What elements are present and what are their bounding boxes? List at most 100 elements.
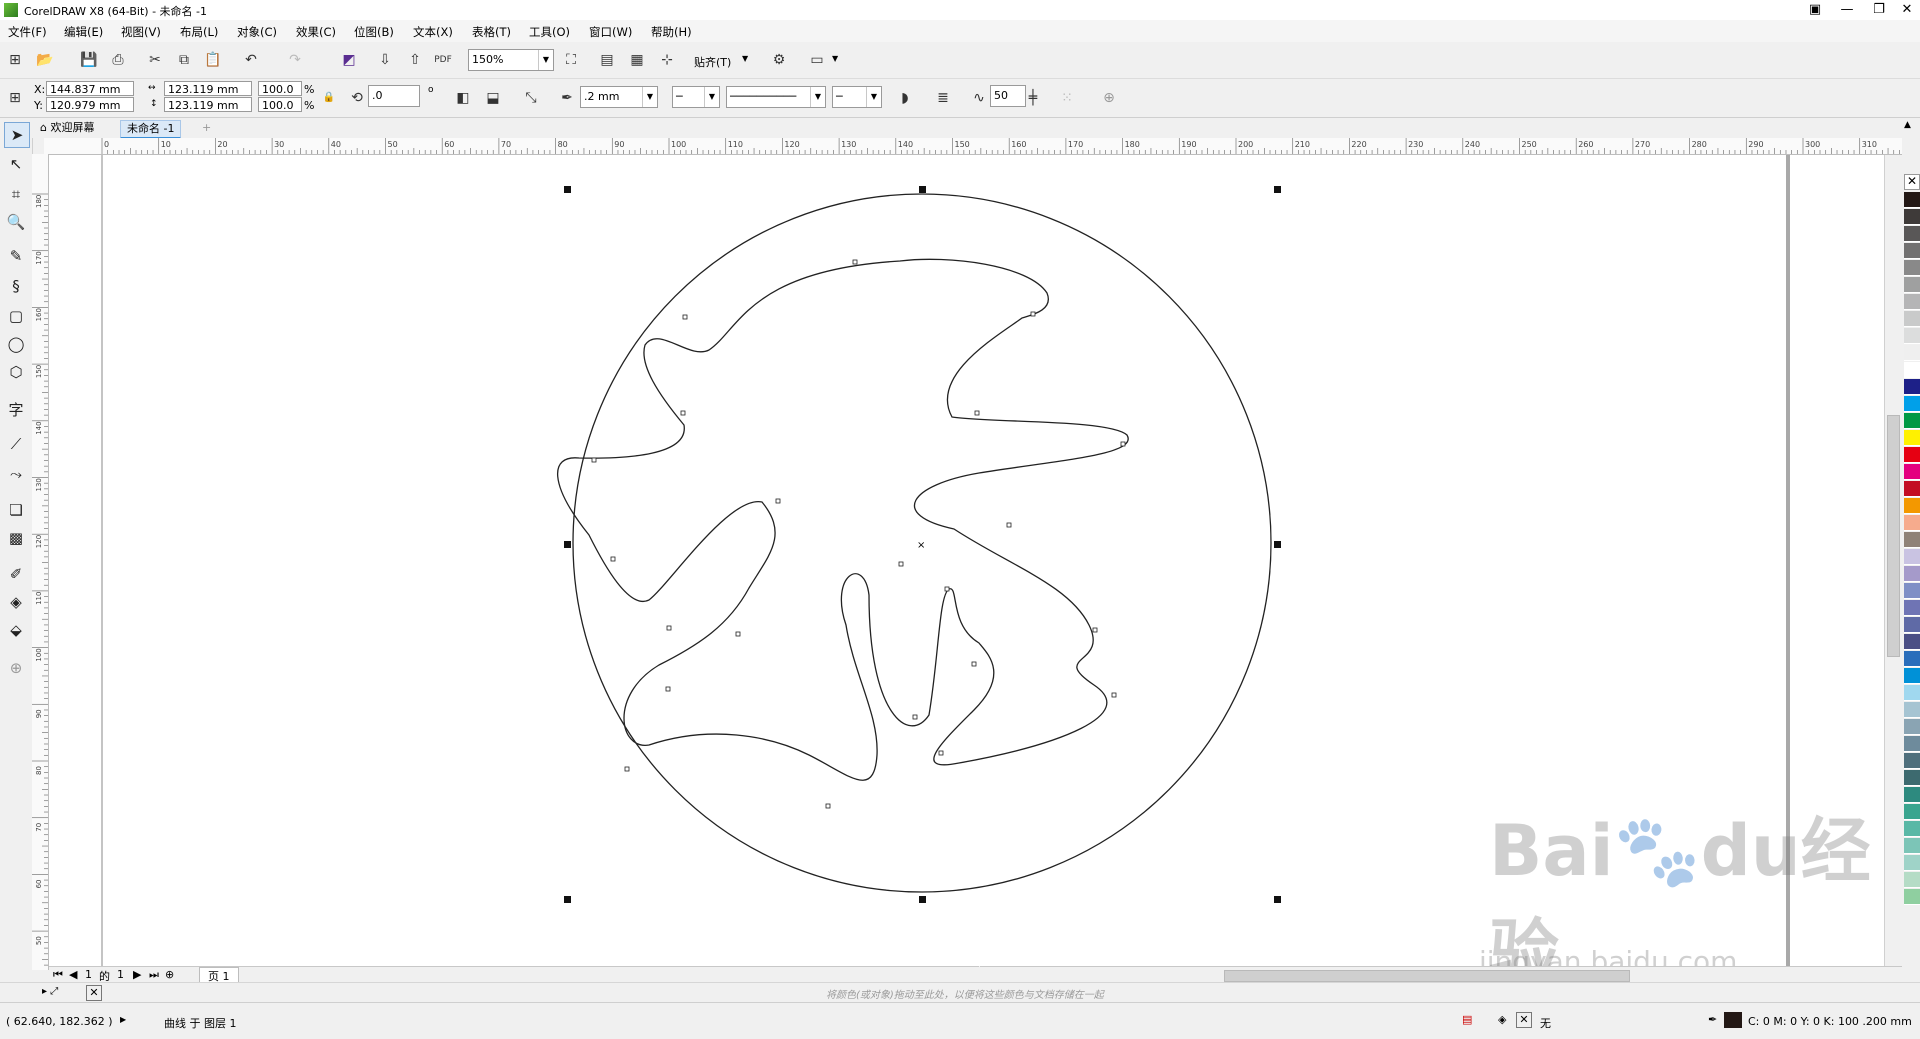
freehand-tool-icon[interactable]: ✎ (4, 244, 28, 268)
chevron-down-icon[interactable]: ▼ (832, 54, 838, 63)
rotation-center-icon[interactable]: × (917, 540, 925, 551)
zoom-tool-icon[interactable]: 🔍 (4, 210, 28, 234)
color-swatch[interactable] (1904, 362, 1920, 378)
tab-welcome-screen[interactable]: ⌂ 欢迎屏幕 (34, 120, 100, 136)
copy-icon[interactable]: ⧉ (173, 49, 195, 71)
menu-object[interactable]: 对象(C) (237, 24, 277, 40)
publish-pdf-icon[interactable]: PDF (432, 49, 454, 71)
show-grid-icon[interactable]: ▦ (626, 49, 648, 71)
color-swatch[interactable] (1904, 804, 1920, 820)
color-swatch[interactable] (1904, 294, 1920, 310)
horizontal-scrollbar[interactable] (980, 966, 1902, 983)
menu-help[interactable]: 帮助(H) (651, 24, 692, 40)
color-swatch[interactable] (1904, 379, 1920, 395)
search-content-icon[interactable]: ◩ (338, 49, 360, 71)
color-swatch[interactable] (1904, 447, 1920, 463)
menu-file[interactable]: 文件(F) (8, 24, 47, 40)
color-swatch[interactable] (1904, 515, 1920, 531)
undo-icon[interactable]: ↶ (240, 49, 262, 71)
palette-scroll-up-icon[interactable]: ▲ (1904, 120, 1911, 130)
transparency-tool-icon[interactable]: ▩ (4, 526, 28, 550)
outline-width-select[interactable]: .2 mm ▼ (580, 86, 658, 108)
color-swatch[interactable] (1904, 872, 1920, 888)
color-swatch[interactable] (1904, 651, 1920, 667)
color-swatch[interactable] (1904, 260, 1920, 276)
menu-tools[interactable]: 工具(O) (529, 24, 570, 40)
status-expand-icon[interactable]: ▶ (120, 1015, 126, 1024)
no-color-swatch-icon[interactable]: ✕ (1904, 174, 1920, 190)
color-swatch[interactable] (1904, 719, 1920, 735)
color-swatch[interactable] (1904, 549, 1920, 565)
mirror-horizontal-icon[interactable]: ◧ (452, 87, 474, 109)
vertical-ruler[interactable]: 180 170 160 150 140 130 120 110 100 90 80 70 60 50 (32, 154, 49, 970)
color-swatch[interactable] (1904, 226, 1920, 242)
start-arrowhead-select[interactable]: ─ ▼ (672, 86, 720, 108)
object-width-field[interactable]: 123.119 mm (164, 81, 252, 96)
color-swatch[interactable] (1904, 668, 1920, 684)
color-swatch[interactable] (1904, 838, 1920, 854)
rotation-angle-field[interactable]: .0 (368, 85, 420, 107)
nodes-icon[interactable]: ⁙ (1056, 87, 1078, 109)
color-swatch[interactable] (1904, 328, 1920, 344)
interactive-fill-icon[interactable]: ◈ (4, 590, 28, 614)
smart-fill-icon[interactable]: ⬙ (4, 618, 28, 642)
restore-button[interactable]: ❐ (1864, 0, 1894, 20)
lock-ratio-icon[interactable]: 🔒 (318, 87, 340, 109)
color-swatch[interactable] (1904, 855, 1920, 871)
color-swatch[interactable] (1904, 787, 1920, 803)
snap-to-dropdown[interactable]: 贴齐(T) (694, 54, 731, 70)
show-rulers-icon[interactable]: ▤ (596, 49, 618, 71)
vertical-scroll-thumb[interactable] (1887, 415, 1900, 657)
close-curve-icon[interactable]: ◗ (894, 87, 916, 109)
close-button[interactable]: ✕ (1892, 0, 1920, 20)
menu-bitmaps[interactable]: 位图(B) (354, 24, 394, 40)
color-swatch[interactable] (1904, 685, 1920, 701)
x-position-field[interactable]: 144.837 mm (46, 81, 134, 96)
chevron-down-icon[interactable]: ▼ (742, 54, 748, 63)
new-tab-icon[interactable]: + (196, 120, 217, 136)
color-swatch[interactable] (1904, 209, 1920, 225)
application-launcher-icon[interactable]: ▭ (806, 49, 828, 71)
color-swatch[interactable] (1904, 634, 1920, 650)
line-style-select[interactable]: ────────── ▼ (726, 86, 826, 108)
next-page-icon[interactable]: ▶ (133, 968, 141, 981)
menu-table[interactable]: 表格(T) (472, 24, 511, 40)
color-swatch[interactable] (1904, 736, 1920, 752)
convert-to-curves-icon[interactable]: ⤡ (520, 87, 542, 109)
open-folder-icon[interactable]: 📂 (34, 49, 56, 71)
color-swatch[interactable] (1904, 753, 1920, 769)
color-proof-icon[interactable]: ▤ (1462, 1013, 1472, 1026)
tab-document[interactable]: 未命名 -1 (120, 120, 182, 139)
options-gear-icon[interactable]: ⚙ (768, 49, 790, 71)
color-swatch[interactable] (1904, 430, 1920, 446)
mirror-vertical-icon[interactable]: ⬓ (482, 87, 504, 109)
text-tool-icon[interactable]: 字 (4, 398, 28, 422)
pick-tool-icon[interactable]: ➤ (4, 122, 30, 148)
color-swatch[interactable] (1904, 481, 1920, 497)
shape-tool-icon[interactable]: ↖ (4, 152, 28, 176)
previous-page-icon[interactable]: ◀ (69, 968, 77, 981)
minimize-button[interactable]: — (1832, 0, 1862, 20)
redo-icon[interactable]: ↷ (284, 49, 306, 71)
color-swatch[interactable] (1904, 889, 1920, 905)
fill-bucket-icon[interactable]: ◈ (1498, 1013, 1506, 1026)
new-document-icon[interactable]: ⊞ (4, 49, 26, 71)
color-swatch[interactable] (1904, 770, 1920, 786)
cut-icon[interactable]: ✂ (144, 49, 166, 71)
drop-shadow-tool-icon[interactable]: ❏ (4, 498, 28, 522)
artistic-media-icon[interactable]: § (4, 274, 28, 298)
rotation-icon[interactable]: ⟲ (346, 87, 368, 109)
color-swatch[interactable] (1904, 498, 1920, 514)
rectangle-tool-icon[interactable]: ▢ (4, 304, 28, 328)
menu-layout[interactable]: 布局(L) (180, 24, 218, 40)
color-swatch[interactable] (1904, 566, 1920, 582)
horizontal-ruler[interactable]: 0 10 20 30 40 50 60 70 80 90 100 110 120 130 140 150 160… (44, 138, 1920, 155)
color-swatch[interactable] (1904, 617, 1920, 633)
ellipse-tool-icon[interactable]: ◯ (4, 332, 28, 356)
smoothing-field[interactable]: 50 (990, 85, 1026, 107)
smoothing-slider-icon[interactable]: ╪ (1022, 87, 1044, 109)
crop-tool-icon[interactable]: ⌗ (4, 182, 28, 206)
palette-expand-icon[interactable]: ▸ ⤢ (42, 986, 58, 997)
paste-icon[interactable]: 📋 (202, 49, 224, 71)
wrap-text-icon[interactable]: ≣ (932, 87, 954, 109)
